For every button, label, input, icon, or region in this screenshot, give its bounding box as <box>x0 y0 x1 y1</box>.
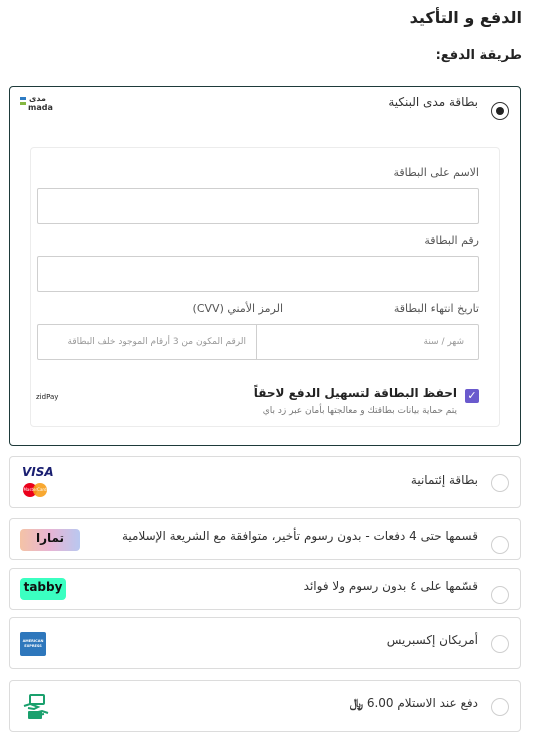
amex-logo-text: AMERICAN EXPRESS <box>22 639 44 648</box>
amex-logo: AMERICAN EXPRESS <box>20 632 46 656</box>
credit-card-label: بطاقة إئتمانية <box>410 473 478 487</box>
zidpay-logo: zidPay <box>36 393 59 401</box>
cod-label-text: دفع عند الاستلام 6.00 <box>366 696 478 710</box>
card-number-label: رقم البطاقة <box>424 234 479 247</box>
mada-logo-ar: مدى <box>29 94 46 103</box>
payment-method-label: طريقة الدفع: <box>435 48 522 63</box>
cod-radio[interactable] <box>491 698 509 716</box>
cvv-input[interactable]: الرقم المكون من 3 أرقام الموجود خلف البط… <box>37 324 257 360</box>
payment-option-cod[interactable]: دفع عند الاستلام 6.00 ﷼ <box>9 680 521 732</box>
amex-label: أمريكان إكسبريس <box>386 633 478 647</box>
card-number-input[interactable] <box>37 256 479 292</box>
tabby-logo: tabby <box>20 578 66 600</box>
cash-hand-icon <box>20 693 52 721</box>
visa-mastercard-logo: VISA MasterCard <box>20 465 54 501</box>
tamara-label: قسمها حتى 4 دفعات - بدون رسوم تأخير، متو… <box>121 529 478 543</box>
mastercard-logo: MasterCard <box>23 487 47 492</box>
mada-radio[interactable] <box>491 102 509 120</box>
tamara-logo: تمارا <box>20 529 80 551</box>
expiry-placeholder: شهر / سنة <box>423 337 465 347</box>
save-card-label: احفظ البطاقة لتسهيل الدفع لاحقاً <box>253 386 457 400</box>
payment-option-credit-card[interactable]: بطاقة إئتمانية VISA MasterCard <box>9 456 521 508</box>
amex-radio[interactable] <box>491 635 509 653</box>
payment-option-amex[interactable]: أمريكان إكسبريس AMERICAN EXPRESS <box>9 617 521 669</box>
tabby-radio[interactable] <box>491 586 509 604</box>
tamara-radio[interactable] <box>491 536 509 554</box>
tabby-logo-text: tabby <box>23 580 63 594</box>
payment-option-tamara[interactable]: قسمها حتى 4 دفعات - بدون رسوم تأخير، متو… <box>9 518 521 560</box>
tamara-logo-text: تمارا <box>35 531 65 545</box>
mada-option-label: بطاقة مدى البنكية <box>388 95 478 109</box>
credit-card-radio[interactable] <box>491 474 509 492</box>
expiry-input[interactable]: شهر / سنة <box>257 324 479 360</box>
page-title: الدفع و التأكيد <box>409 8 522 27</box>
save-card-subtext: يتم حماية بيانات بطاقتك و معالجتها بأمان… <box>262 406 457 416</box>
expiry-label: تاريخ انتهاء البطاقة <box>393 302 479 315</box>
mada-logo: مدى mada <box>20 94 56 114</box>
riyal-icon: ﷼ <box>349 696 364 710</box>
cvv-placeholder: الرقم المكون من 3 أرقام الموجود خلف البط… <box>67 337 246 347</box>
cvv-label: الرمز الأمني (CVV) <box>192 302 283 315</box>
save-card-checkbox[interactable]: ✓ <box>465 389 479 403</box>
payment-option-tabby[interactable]: قسّمها على ٤ بدون رسوم ولا فوائد tabby <box>9 568 521 610</box>
cod-label: دفع عند الاستلام 6.00 ﷼ <box>350 696 478 711</box>
mada-card-form: الاسم على البطاقة رقم البطاقة تاريخ انته… <box>30 147 500 427</box>
card-name-label: الاسم على البطاقة <box>393 166 480 179</box>
mada-logo-en: mada <box>28 103 53 112</box>
visa-logo: VISA <box>22 465 54 479</box>
tabby-label: قسّمها على ٤ بدون رسوم ولا فوائد <box>303 579 478 593</box>
card-name-input[interactable] <box>37 188 479 224</box>
